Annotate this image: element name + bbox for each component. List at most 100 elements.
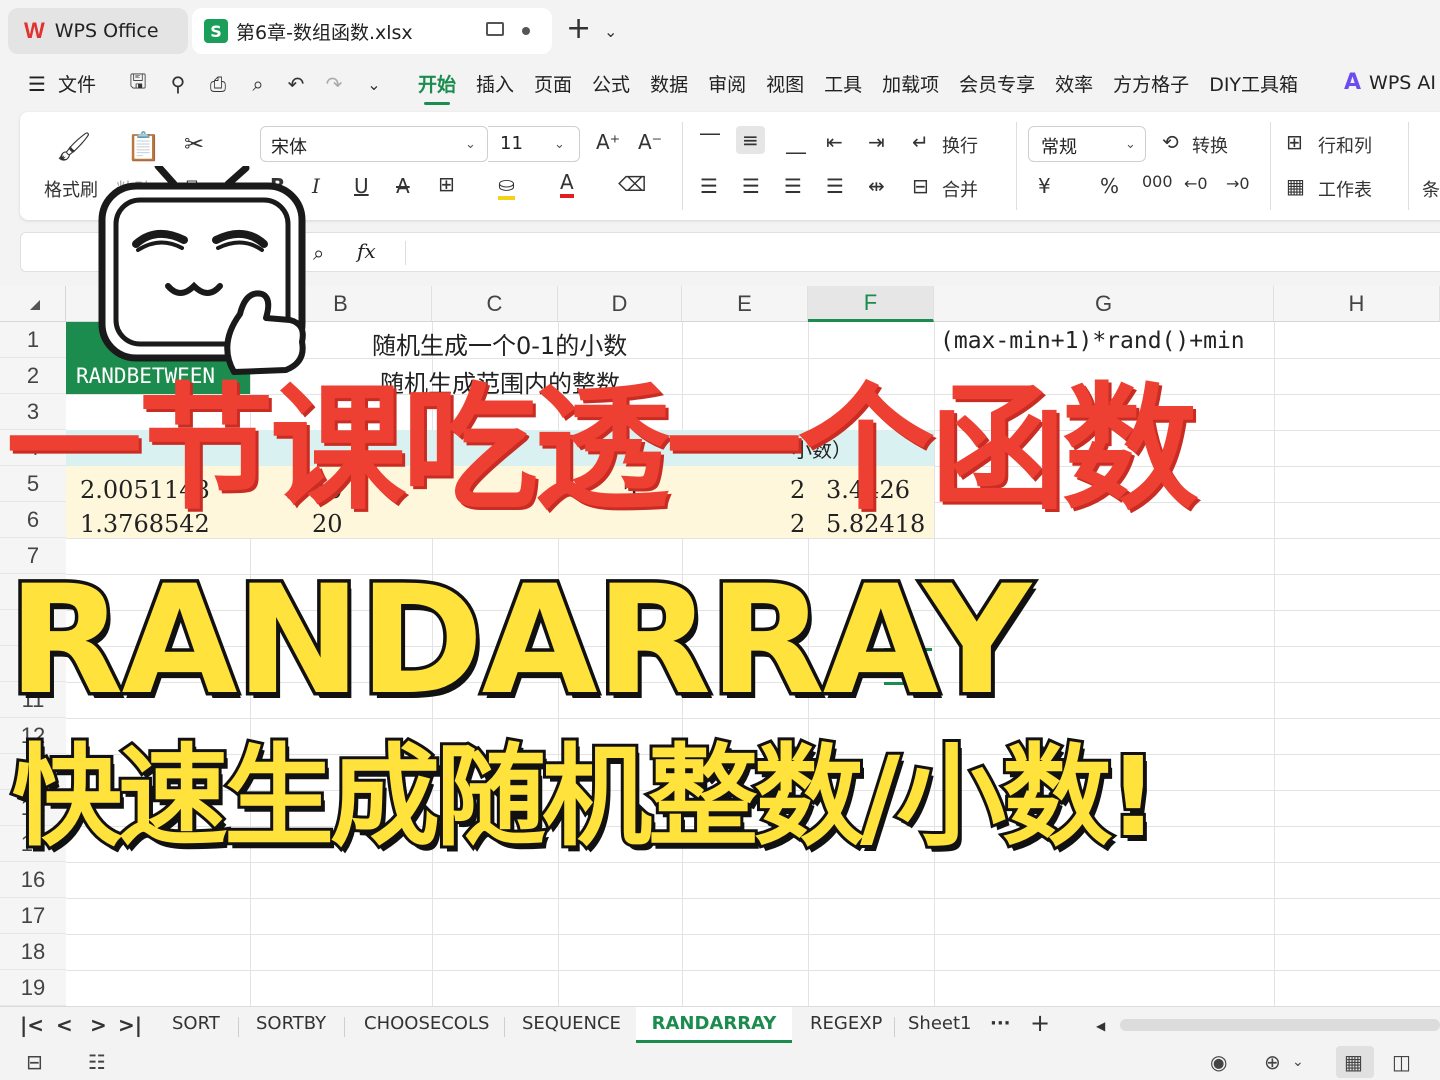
convert-label[interactable]: 转换	[1192, 132, 1228, 158]
sheet-tab-sort[interactable]: SORT	[172, 1013, 220, 1034]
tab-document[interactable]: S 第6章-数组函数.xlsx	[192, 8, 552, 54]
worksheet-icon[interactable]: ▦	[1286, 174, 1305, 198]
font-color-icon[interactable]: A	[560, 170, 574, 198]
strikethrough-icon[interactable]: A	[396, 174, 410, 198]
select-all-corner[interactable]	[0, 286, 66, 322]
print-preview-icon[interactable]: ⌕	[244, 70, 272, 98]
more-sheets-icon[interactable]: ···	[990, 1013, 1011, 1034]
cut-icon[interactable]: ✂	[184, 130, 204, 158]
scroll-left-icon[interactable]: ◀	[1096, 1019, 1105, 1033]
distribute-icon[interactable]: ⇹	[868, 174, 885, 198]
menu-item-view[interactable]: 视图	[766, 70, 804, 97]
share-icon[interactable]: ⚲	[164, 70, 192, 98]
chevron-down-icon[interactable]: ⌄	[604, 22, 617, 41]
column-header-h[interactable]: H	[1274, 286, 1440, 322]
horizontal-scrollbar[interactable]	[1120, 1019, 1440, 1031]
page-layout-view-icon[interactable]: ◫	[1392, 1050, 1411, 1074]
row-header-19[interactable]: 19	[0, 970, 66, 1006]
font-size-select[interactable]: 11 ⌄	[488, 126, 580, 162]
cell-g1[interactable]: (max-min+1)*rand()+min	[940, 328, 1245, 354]
rows-cols-label[interactable]: 行和列	[1318, 132, 1372, 158]
eye-protection-icon[interactable]: ◉	[1210, 1050, 1227, 1074]
sheet-tab-choosecols[interactable]: CHOOSECOLS	[364, 1013, 489, 1034]
sheet-tab-randarray[interactable]: RANDARRAY	[636, 1007, 792, 1043]
menu-item-home[interactable]: 开始	[418, 70, 456, 105]
justify-icon[interactable]: ☰	[826, 174, 844, 198]
convert-icon[interactable]: ⟲	[1162, 130, 1179, 154]
first-sheet-icon[interactable]: |<	[20, 1013, 44, 1037]
align-bottom-icon[interactable]: ⎽	[786, 130, 806, 154]
clear-format-icon[interactable]: ⌫	[618, 172, 646, 196]
align-right-icon[interactable]: ☰	[784, 174, 802, 198]
chevron-down-icon[interactable]: ⌄	[1292, 1054, 1304, 1070]
normal-view-icon[interactable]: ▦	[1344, 1050, 1363, 1074]
notes-icon[interactable]: ☷	[88, 1050, 106, 1074]
menu-item-diy-toolbox[interactable]: DIY工具箱	[1209, 70, 1298, 97]
column-header-f[interactable]: F	[808, 286, 934, 322]
menu-item-tools[interactable]: 工具	[824, 70, 862, 97]
row-header-16[interactable]: 16	[0, 862, 66, 898]
unsaved-dot-icon[interactable]	[522, 27, 530, 35]
row-header-1[interactable]: 1	[0, 322, 66, 358]
row-header-18[interactable]: 18	[0, 934, 66, 970]
macro-icon[interactable]: ⊟	[26, 1050, 43, 1074]
align-center-icon[interactable]: ☰	[742, 174, 760, 198]
new-tab-plus-icon[interactable]: +	[566, 14, 591, 44]
decrease-font-icon[interactable]: A⁻	[638, 130, 662, 154]
column-header-e[interactable]: E	[682, 286, 808, 322]
menu-item-insert[interactable]: 插入	[476, 70, 514, 97]
decrease-indent-icon[interactable]: ⇤	[826, 130, 843, 154]
undo-icon[interactable]: ↶	[282, 70, 310, 98]
decrease-decimal-icon[interactable]: →0	[1226, 174, 1250, 193]
align-top-icon[interactable]: ⎺	[700, 130, 720, 154]
save-icon[interactable]: 🖫	[124, 69, 152, 98]
freeze-panes-icon[interactable]: ⊕	[1264, 1050, 1281, 1074]
format-painter-icon[interactable]: 🖌	[56, 130, 92, 163]
merge-label[interactable]: 合并	[942, 176, 978, 202]
menu-item-review[interactable]: 审阅	[708, 70, 746, 97]
fill-color-icon[interactable]: ⛀	[498, 172, 515, 200]
format-painter-label[interactable]: 格式刷	[44, 176, 98, 202]
menu-item-efficiency[interactable]: 效率	[1055, 70, 1093, 97]
next-sheet-icon[interactable]: >	[90, 1013, 107, 1037]
monitor-icon[interactable]	[486, 22, 504, 36]
column-header-c[interactable]: C	[432, 286, 558, 322]
merge-icon[interactable]: ⊟	[912, 174, 929, 198]
increase-font-icon[interactable]: A⁺	[596, 130, 620, 154]
currency-icon[interactable]: ¥	[1038, 174, 1051, 198]
tab-wps-office[interactable]: W WPS Office	[8, 8, 188, 54]
more-chevron-icon[interactable]: ⌄	[360, 70, 388, 98]
cell-c1[interactable]: 随机生成一个0-1的小数	[372, 326, 627, 361]
number-format-select[interactable]: 常规 ⌄	[1028, 126, 1146, 162]
menu-item-fangfang[interactable]: 方方格子	[1113, 70, 1189, 97]
column-header-g[interactable]: G	[934, 286, 1274, 322]
sheet-tab-sortby[interactable]: SORTBY	[256, 1013, 326, 1034]
menu-item-page[interactable]: 页面	[534, 70, 572, 97]
border-icon[interactable]: ⊞	[438, 172, 455, 196]
menu-item-data[interactable]: 数据	[650, 70, 688, 97]
redo-icon[interactable]: ↷	[320, 70, 348, 98]
sheet-tab-sequence[interactable]: SEQUENCE	[522, 1013, 621, 1034]
thousands-icon[interactable]: 000	[1142, 172, 1173, 191]
print-icon[interactable]: ⎙	[204, 70, 232, 98]
align-left-icon[interactable]: ☰	[700, 174, 718, 198]
rows-cols-icon[interactable]: ⊞	[1286, 130, 1303, 154]
worksheet-label[interactable]: 工作表	[1318, 176, 1372, 202]
paste-icon[interactable]: 📋	[126, 130, 161, 163]
align-middle-icon[interactable]: ≡	[736, 126, 765, 154]
menu-file[interactable]: ☰ 文件	[28, 70, 96, 97]
increase-decimal-icon[interactable]: ←0	[1184, 174, 1208, 193]
wrap-text-label[interactable]: 换行	[942, 132, 978, 158]
column-header-d[interactable]: D	[558, 286, 682, 322]
fx-label[interactable]: fx	[357, 239, 376, 263]
increase-indent-icon[interactable]: ⇥	[868, 130, 885, 154]
conditional-format-label[interactable]: 条	[1422, 176, 1440, 202]
prev-sheet-icon[interactable]: <	[56, 1013, 73, 1037]
sheet-tab-regexp[interactable]: REGEXP	[810, 1013, 882, 1034]
menu-item-formula[interactable]: 公式	[592, 70, 630, 97]
underline-icon[interactable]: U	[354, 174, 369, 198]
wrap-text-icon[interactable]: ↵	[912, 130, 929, 154]
last-sheet-icon[interactable]: >|	[118, 1013, 142, 1037]
percent-icon[interactable]: %	[1100, 174, 1119, 198]
sheet-tab-sheet1[interactable]: Sheet1	[908, 1013, 972, 1034]
